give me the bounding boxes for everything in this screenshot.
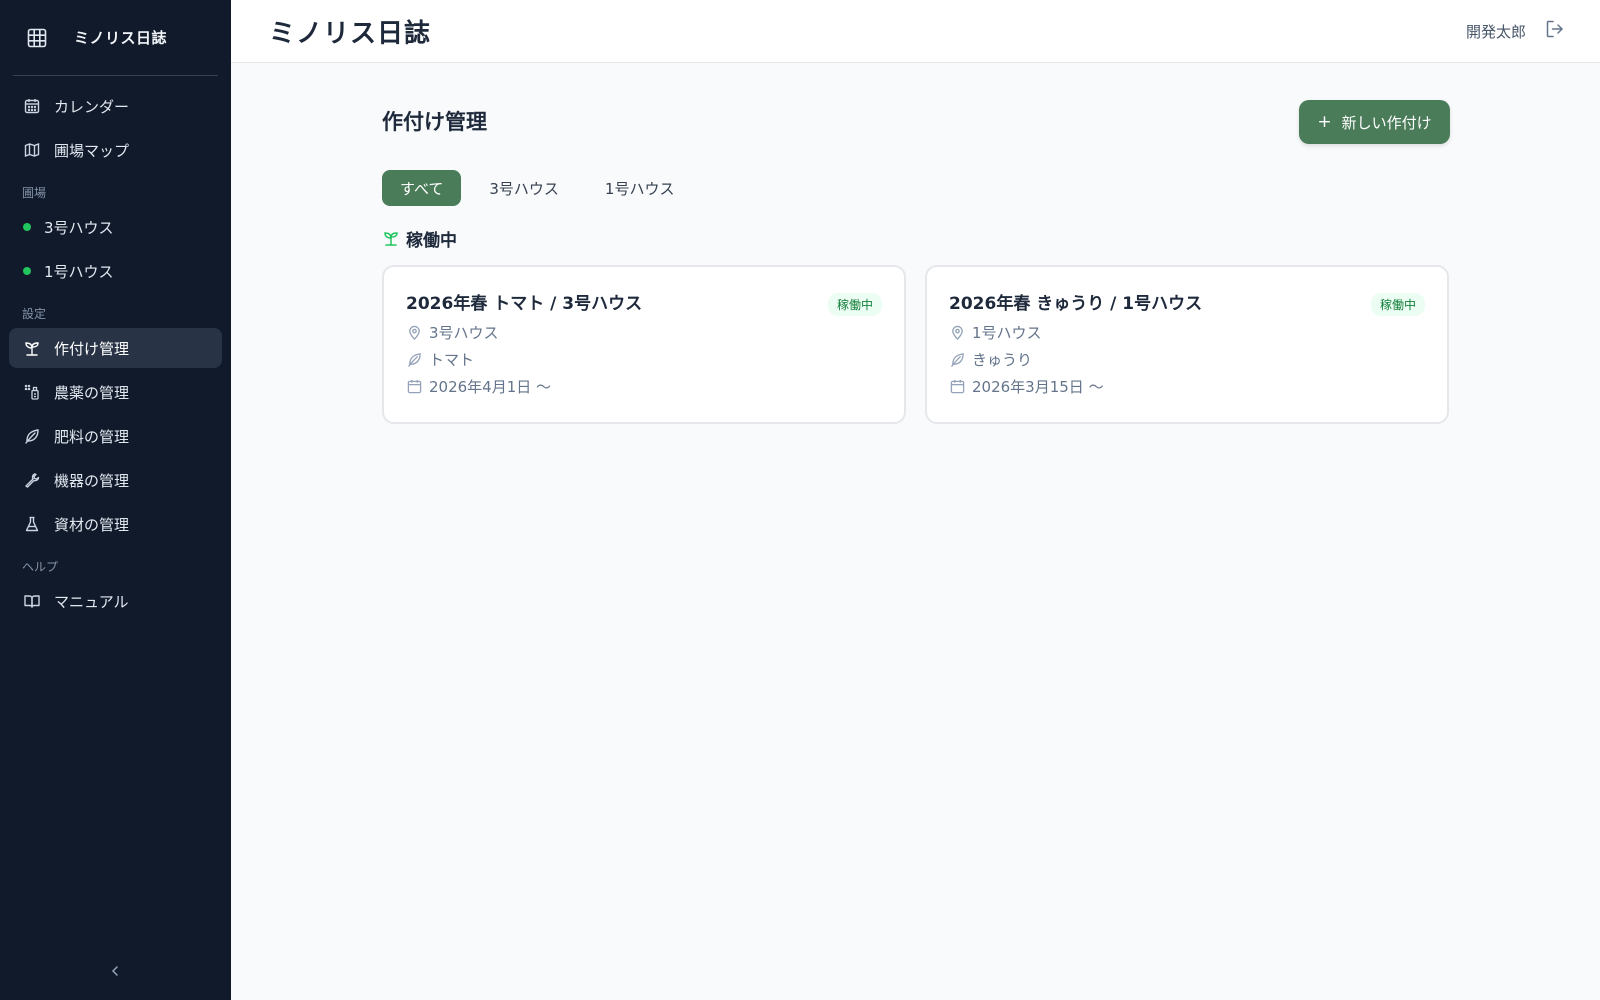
spray-icon [23, 383, 41, 401]
plus-icon: + [1317, 112, 1332, 132]
card-crop-text: トマト [429, 350, 475, 369]
card-field-text: 3号ハウス [429, 323, 499, 342]
sidebar-item-materials[interactable]: 資材の管理 [9, 504, 222, 544]
sidebar-item-label: 圃場マップ [54, 141, 130, 160]
card-date: 2026年4月1日 〜 [406, 377, 882, 396]
card-crop-text: きゅうり [972, 350, 1033, 369]
new-planting-button[interactable]: + 新しい作付け [1299, 100, 1450, 144]
card-date-text: 2026年4月1日 〜 [429, 377, 552, 396]
user-area: 開発太郎 [1466, 0, 1566, 62]
sidebar-item-field-1[interactable]: 1号ハウス [9, 251, 222, 291]
sidebar-item-plantings[interactable]: 作付け管理 [9, 328, 222, 368]
status-dot [23, 267, 31, 275]
sidebar-item-field-map[interactable]: 圃場マップ [9, 130, 222, 170]
group-header-active: 稼働中 [382, 226, 1450, 251]
sidebar-item-label: 肥料の管理 [54, 427, 130, 446]
section-label-help: ヘルプ [22, 560, 59, 574]
card-field-text: 1号ハウス [972, 323, 1042, 342]
brand[interactable]: ミノリス日誌 [13, 0, 218, 76]
sidebar-item-field-3[interactable]: 3号ハウス [9, 207, 222, 247]
sidebar-item-label: 3号ハウス [44, 218, 114, 237]
new-planting-label: 新しい作付け [1341, 113, 1432, 132]
planting-card[interactable]: 2026年春 きゅうり / 1号ハウス 稼働中 1号ハウス きゅうり 2026年… [925, 265, 1449, 424]
header-title: ミノリス日誌 [269, 18, 432, 49]
collapse-sidebar-button[interactable] [106, 962, 124, 980]
location-pin-icon [949, 324, 965, 340]
card-title: 2026年春 トマト / 3号ハウス [406, 294, 643, 314]
status-dot [23, 223, 31, 231]
title-row: 作付け管理 + 新しい作付け [382, 63, 1450, 155]
card-crop: トマト [406, 350, 882, 369]
planting-card[interactable]: 2026年春 トマト / 3号ハウス 稼働中 3号ハウス トマト 2026年4月… [382, 265, 906, 424]
tab-field-1[interactable]: 1号ハウス [587, 170, 693, 206]
sidebar-item-equipment[interactable]: 機器の管理 [9, 460, 222, 500]
sidebar-item-fertilizers[interactable]: 肥料の管理 [9, 416, 222, 456]
card-date-text: 2026年3月15日 〜 [972, 377, 1104, 396]
sidebar-item-pesticides[interactable]: 農薬の管理 [9, 372, 222, 412]
sidebar-item-label: 機器の管理 [54, 471, 130, 490]
sidebar-item-manual[interactable]: マニュアル [9, 581, 222, 621]
card-crop: きゅうり [949, 350, 1425, 369]
status-badge: 稼働中 [1370, 293, 1425, 316]
sidebar-item-label: 1号ハウス [44, 262, 114, 281]
card-field: 1号ハウス [949, 323, 1425, 342]
sidebar-item-label: カレンダー [54, 97, 130, 116]
grid-icon [26, 27, 48, 49]
sidebar-item-label: マニュアル [54, 592, 129, 611]
sidebar-item-label: 資材の管理 [54, 515, 130, 534]
brand-title: ミノリス日誌 [74, 29, 168, 47]
tab-all[interactable]: すべて [382, 170, 462, 206]
planting-card-list: 2026年春 トマト / 3号ハウス 稼働中 3号ハウス トマト 2026年4月… [382, 265, 1450, 424]
status-badge: 稼働中 [827, 293, 882, 316]
card-title: 2026年春 きゅうり / 1号ハウス [949, 294, 1203, 314]
logout-button[interactable] [1544, 20, 1566, 42]
tab-field-3[interactable]: 3号ハウス [471, 170, 577, 206]
section-label-fields: 圃場 [22, 186, 47, 200]
logout-icon [1545, 19, 1565, 43]
location-pin-icon [406, 324, 422, 340]
page-title: 作付け管理 [382, 110, 487, 134]
sidebar: ミノリス日誌 カレンダー 圃場マップ 圃場 3号ハウス 1号ハウス 設定 作付け… [0, 0, 231, 1000]
chevron-left-icon [110, 962, 120, 981]
top-header: ミノリス日誌 開発太郎 [231, 0, 1600, 63]
wrench-icon [23, 471, 41, 489]
sidebar-item-label: 農薬の管理 [54, 383, 130, 402]
card-date: 2026年3月15日 〜 [949, 377, 1425, 396]
user-name: 開発太郎 [1465, 22, 1526, 41]
sprout-icon [23, 339, 41, 357]
leaf-icon [23, 427, 41, 445]
main-content: 作付け管理 + 新しい作付け すべて 3号ハウス 1号ハウス 稼働中 2026年… [382, 63, 1450, 424]
sidebar-item-calendar[interactable]: カレンダー [9, 86, 222, 126]
sidebar-item-label: 作付け管理 [54, 339, 130, 358]
flask-icon [23, 515, 41, 533]
sidebar-nav: カレンダー 圃場マップ 圃場 3号ハウス 1号ハウス 設定 作付け管理 農薬の管… [0, 76, 231, 621]
leaf-icon [949, 351, 965, 367]
group-title: 稼働中 [406, 230, 457, 251]
sprout-icon [382, 229, 400, 247]
calendar-icon [949, 378, 965, 394]
section-label-settings: 設定 [22, 307, 47, 321]
calendar-icon [23, 97, 41, 115]
filter-tabs: すべて 3号ハウス 1号ハウス [382, 170, 1450, 206]
calendar-icon [406, 378, 422, 394]
leaf-icon [406, 351, 422, 367]
book-icon [23, 592, 41, 610]
map-icon [23, 141, 41, 159]
card-field: 3号ハウス [406, 323, 882, 342]
